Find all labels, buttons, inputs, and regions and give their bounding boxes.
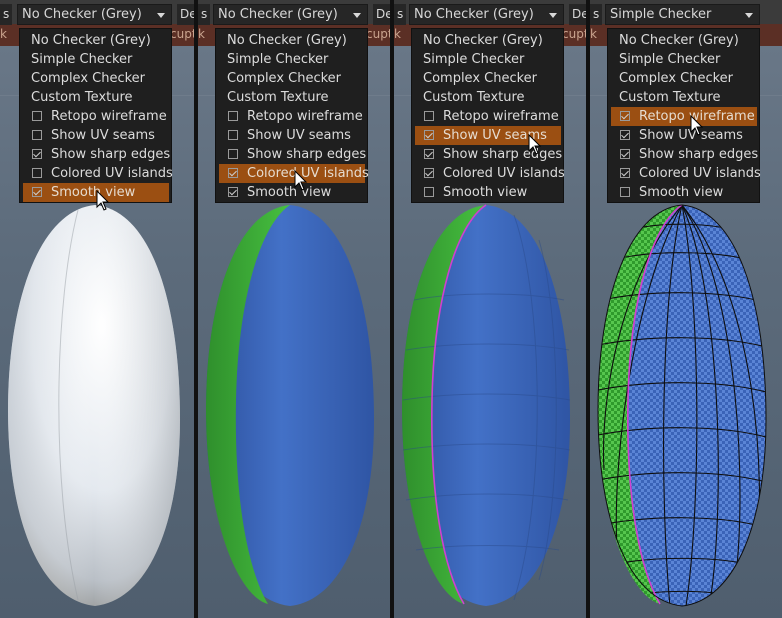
menu-item-label: Complex Checker [227, 71, 342, 86]
checkbox-icon[interactable] [424, 168, 434, 178]
menu-item-label: Show sharp edges [443, 147, 563, 162]
checkbox-icon[interactable] [620, 187, 630, 197]
menu-item-custom-texture[interactable]: Custom Texture [415, 88, 561, 107]
menu-item-label: Smooth view [639, 185, 724, 200]
menu-item-smooth-view[interactable]: Smooth view [415, 183, 561, 202]
checkbox-icon[interactable] [424, 149, 434, 159]
menu-item-colored-uv-islands[interactable]: Colored UV islands [23, 164, 173, 183]
menu-item-label: Colored UV islands [51, 166, 173, 181]
menu-item-label: Custom Texture [31, 90, 133, 105]
menu-item-colored-uv-islands[interactable]: Colored UV islands [219, 164, 369, 183]
menu-item-label: Simple Checker [31, 52, 133, 67]
checkbox-icon[interactable] [620, 111, 630, 121]
shading-menu: No Checker (Grey) Simple Checker Complex… [215, 28, 369, 203]
menu-item-label: Retopo wireframe [443, 109, 559, 124]
menu-item-custom-texture[interactable]: Custom Texture [219, 88, 365, 107]
checkbox-icon[interactable] [620, 168, 630, 178]
menu-item-custom-texture[interactable]: Custom Texture [23, 88, 169, 107]
menu-item-label: Show sharp edges [639, 147, 759, 162]
menu-item-label: Complex Checker [423, 71, 538, 86]
menu-item-label: Show UV seams [51, 128, 155, 143]
menu-item-complex-checker[interactable]: Complex Checker [415, 69, 561, 88]
menu-item-retopo-wireframe[interactable]: Retopo wireframe [415, 107, 561, 126]
menu-item-colored-uv-islands[interactable]: Colored UV islands [415, 164, 565, 183]
menu-item-smooth-view[interactable]: Smooth view [219, 183, 365, 202]
menu-item-label: Show UV seams [247, 128, 351, 143]
comparison-stage: s No Checker (Grey) Des k cupt [0, 0, 782, 618]
menu-item-label: Retopo wireframe [51, 109, 167, 124]
menu-item-show-sharp-edges[interactable]: Show sharp edges [219, 145, 367, 164]
menu-item-simple-checker[interactable]: Simple Checker [23, 50, 169, 69]
menu-item-label: Smooth view [51, 185, 136, 200]
mouse-pointer-icon [690, 115, 704, 136]
menu-item-label: Show sharp edges [51, 147, 171, 162]
menu-item-retopo-wireframe[interactable]: Retopo wireframe [219, 107, 365, 126]
checkbox-icon[interactable] [228, 168, 238, 178]
checkbox-icon[interactable] [424, 187, 434, 197]
menu-item-label: Colored UV islands [443, 166, 565, 181]
menu-item-no-checker[interactable]: No Checker (Grey) [415, 31, 561, 50]
checkbox-icon[interactable] [32, 168, 42, 178]
viewport-panel-1: s No Checker (Grey) Des k cupt [0, 0, 194, 618]
menu-item-label: Simple Checker [423, 52, 525, 67]
menu-item-show-uv-seams[interactable]: Show UV seams [611, 126, 757, 145]
menu-item-retopo-wireframe[interactable]: Retopo wireframe [23, 107, 169, 126]
menu-item-label: No Checker (Grey) [31, 33, 151, 48]
menu-item-simple-checker[interactable]: Simple Checker [415, 50, 561, 69]
menu-item-label: Smooth view [247, 185, 332, 200]
menu-item-label: Retopo wireframe [247, 109, 363, 124]
menu-item-label: No Checker (Grey) [423, 33, 543, 48]
menu-item-retopo-wireframe[interactable]: Retopo wireframe [611, 107, 757, 126]
viewport-panel-3: s No Checker (Grey) Des k cupt [394, 0, 586, 618]
menu-item-no-checker[interactable]: No Checker (Grey) [219, 31, 365, 50]
menu-item-label: Complex Checker [31, 71, 146, 86]
menu-item-label: Simple Checker [619, 52, 721, 67]
menu-item-label: No Checker (Grey) [619, 33, 739, 48]
checkbox-icon[interactable] [32, 111, 42, 121]
menu-item-simple-checker[interactable]: Simple Checker [611, 50, 757, 69]
checkbox-icon[interactable] [228, 149, 238, 159]
viewport-panel-4: s Simple Checker k No Checker (Grey) Sim… [590, 0, 782, 618]
menu-item-custom-texture[interactable]: Custom Texture [611, 88, 757, 107]
menu-item-label: Show sharp edges [247, 147, 367, 162]
menu-item-simple-checker[interactable]: Simple Checker [219, 50, 365, 69]
menu-item-show-sharp-edges[interactable]: Show sharp edges [611, 145, 759, 164]
menu-item-smooth-view[interactable]: Smooth view [611, 183, 757, 202]
checkbox-icon[interactable] [424, 130, 434, 140]
menu-item-label: Custom Texture [227, 90, 329, 105]
checkbox-icon[interactable] [228, 111, 238, 121]
checkbox-icon[interactable] [32, 187, 42, 197]
mouse-pointer-icon [528, 134, 542, 155]
checkbox-icon[interactable] [32, 130, 42, 140]
menu-item-show-uv-seams[interactable]: Show UV seams [219, 126, 365, 145]
mouse-pointer-icon [96, 190, 110, 211]
menu-item-label: Custom Texture [423, 90, 525, 105]
shading-menu: No Checker (Grey) Simple Checker Complex… [19, 28, 173, 203]
menu-item-label: Complex Checker [619, 71, 734, 86]
menu-item-colored-uv-islands[interactable]: Colored UV islands [611, 164, 761, 183]
menu-item-label: Colored UV islands [639, 166, 761, 181]
menu-item-label: No Checker (Grey) [227, 33, 347, 48]
menu-item-label: Smooth view [443, 185, 528, 200]
viewport-panel-2: s No Checker (Grey) Des k cupt [198, 0, 390, 618]
checkbox-icon[interactable] [228, 187, 238, 197]
menu-item-show-uv-seams[interactable]: Show UV seams [23, 126, 169, 145]
menu-item-complex-checker[interactable]: Complex Checker [219, 69, 365, 88]
menu-item-no-checker[interactable]: No Checker (Grey) [23, 31, 169, 50]
checkbox-icon[interactable] [620, 130, 630, 140]
menu-item-no-checker[interactable]: No Checker (Grey) [611, 31, 757, 50]
mouse-pointer-icon [294, 170, 308, 191]
checkbox-icon[interactable] [620, 149, 630, 159]
menu-item-show-sharp-edges[interactable]: Show sharp edges [23, 145, 171, 164]
shading-menu: No Checker (Grey) Simple Checker Complex… [411, 28, 565, 203]
menu-item-label: Custom Texture [619, 90, 721, 105]
menu-item-label: Simple Checker [227, 52, 329, 67]
menu-item-complex-checker[interactable]: Complex Checker [611, 69, 757, 88]
menu-item-complex-checker[interactable]: Complex Checker [23, 69, 169, 88]
checkbox-icon[interactable] [228, 130, 238, 140]
shading-menu: No Checker (Grey) Simple Checker Complex… [607, 28, 761, 203]
checkbox-icon[interactable] [424, 111, 434, 121]
checkbox-icon[interactable] [32, 149, 42, 159]
